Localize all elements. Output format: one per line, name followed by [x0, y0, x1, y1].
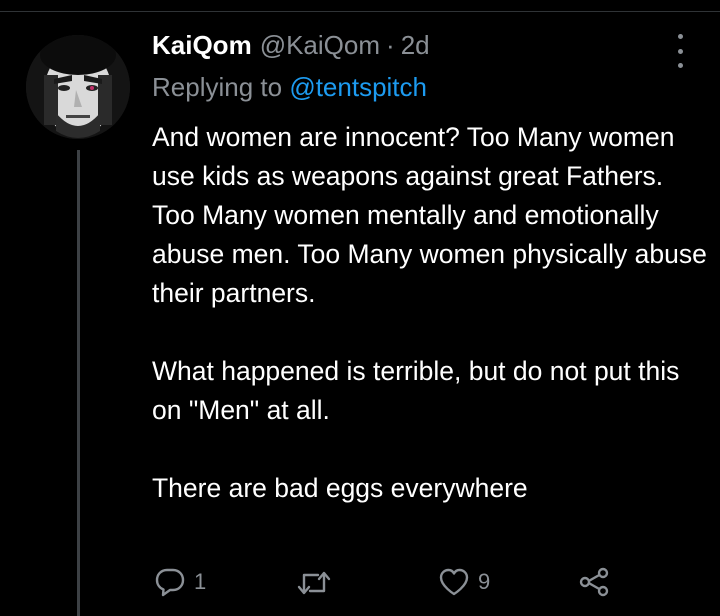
tweet-paragraph: There are bad eggs everywhere [152, 473, 528, 503]
reply-mention-link[interactable]: @tentspitch [289, 72, 427, 102]
like-button[interactable]: 9 [438, 567, 490, 597]
heart-outline-icon [439, 568, 469, 596]
like-count: 9 [478, 569, 491, 594]
author-handle[interactable]: @KaiQom [260, 30, 380, 61]
author-display-name[interactable]: KaiQom [152, 30, 252, 61]
tweet-timestamp[interactable]: 2d [401, 30, 430, 61]
reply-prefix: Replying to [152, 72, 283, 102]
retweet-arrows-icon [297, 571, 331, 595]
header-separator: · [386, 30, 395, 60]
tweet-paragraph: What happened is terrible, but do not pu… [152, 356, 680, 425]
avatar[interactable] [26, 35, 130, 139]
tweet-paragraph: And women are innocent? Too Many women u… [152, 122, 707, 308]
vertical-ellipsis-icon [677, 48, 683, 54]
top-divider [0, 11, 720, 12]
more-options-button[interactable] [666, 34, 694, 68]
reply-count: 1 [194, 569, 207, 594]
vertical-ellipsis-icon [677, 34, 683, 39]
speech-bubble-icon [155, 568, 185, 597]
tweet-actions-bar: 1 9 [0, 562, 720, 602]
tweet-header: KaiQom @KaiQom · 2d [152, 30, 430, 70]
reply-button[interactable]: 1 [154, 566, 206, 598]
thread-line [77, 150, 80, 616]
retweet-button[interactable] [296, 568, 340, 598]
share-nodes-icon [579, 567, 609, 597]
tweet-body: And women are innocent? Too Many women u… [152, 118, 707, 508]
vertical-ellipsis-icon [677, 63, 683, 68]
share-button[interactable] [578, 566, 610, 598]
avatar-image [26, 35, 130, 139]
reply-context: Replying to @tentspitch [152, 72, 427, 103]
